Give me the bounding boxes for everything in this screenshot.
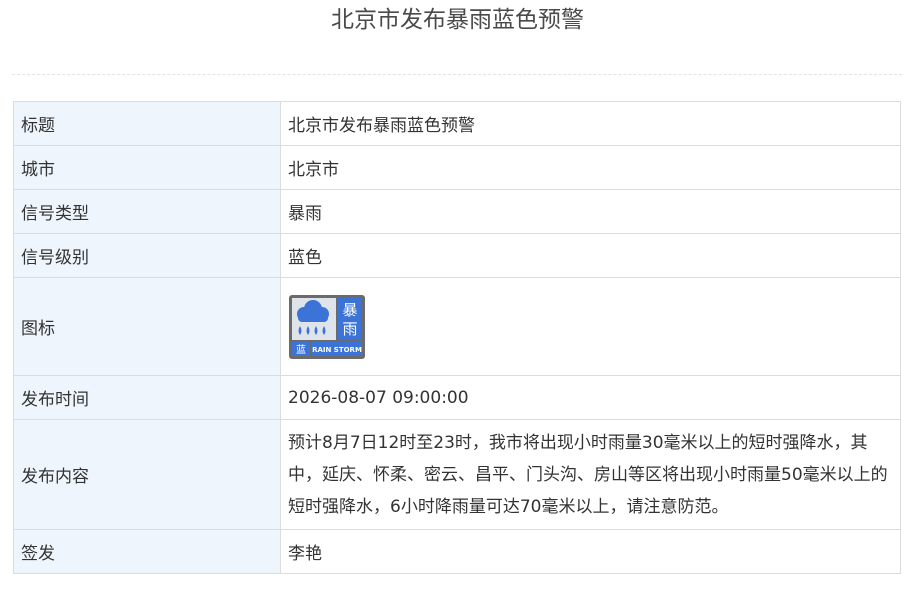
row-label-city: 城市 bbox=[13, 145, 281, 190]
badge-caption: RAIN STORM bbox=[312, 346, 362, 354]
page-title: 北京市发布暴雨蓝色预警 bbox=[331, 7, 584, 33]
row-value-signer: 李艳 bbox=[280, 529, 901, 574]
row-value-title: 北京市发布暴雨蓝色预警 bbox=[280, 101, 901, 146]
table-row-title: 标题 北京市发布暴雨蓝色预警 bbox=[13, 101, 901, 146]
row-value-issue-time: 2026-08-07 09:00:00 bbox=[280, 375, 901, 420]
row-label-issue-time: 发布时间 bbox=[13, 375, 281, 420]
warning-info-table: 标题 北京市发布暴雨蓝色预警 城市 北京市 信号类型 暴雨 信号级别 蓝色 图标 bbox=[13, 101, 901, 574]
table-row-content: 发布内容 预计8月7日12时至23时，我市将出现小时雨量30毫米以上的短时强降水… bbox=[13, 419, 901, 530]
badge-level-char: 蓝 bbox=[296, 344, 306, 356]
row-value-content: 预计8月7日12时至23时，我市将出现小时雨量30毫米以上的短时强降水，其中，延… bbox=[280, 419, 901, 530]
row-label-content: 发布内容 bbox=[13, 419, 281, 530]
row-label-icon: 图标 bbox=[13, 277, 281, 376]
row-value-city: 北京市 bbox=[280, 145, 901, 190]
row-label-signer: 签发 bbox=[13, 529, 281, 574]
table-row-signal-level: 信号级别 蓝色 bbox=[13, 233, 901, 278]
table-row-city: 城市 北京市 bbox=[13, 145, 901, 190]
table-row-issue-time: 发布时间 2026-08-07 09:00:00 bbox=[13, 375, 901, 420]
row-label-signal-type: 信号类型 bbox=[13, 189, 281, 234]
rainstorm-blue-warning-icon: 暴 雨 蓝 RAIN STORM bbox=[288, 294, 366, 360]
table-row-signer: 签发 李艳 bbox=[13, 529, 901, 574]
row-label-title: 标题 bbox=[13, 101, 281, 146]
row-value-signal-level: 蓝色 bbox=[280, 233, 901, 278]
row-value-signal-type: 暴雨 bbox=[280, 189, 901, 234]
table-row-icon: 图标 暴 雨 蓝 RAIN STORM bbox=[13, 277, 901, 376]
badge-text-bottom: 雨 bbox=[342, 320, 357, 338]
title-divider bbox=[12, 74, 902, 75]
badge-text-top: 暴 bbox=[342, 301, 357, 319]
row-value-icon: 暴 雨 蓝 RAIN STORM bbox=[280, 277, 901, 376]
table-row-signal-type: 信号类型 暴雨 bbox=[13, 189, 901, 234]
row-label-signal-level: 信号级别 bbox=[13, 233, 281, 278]
